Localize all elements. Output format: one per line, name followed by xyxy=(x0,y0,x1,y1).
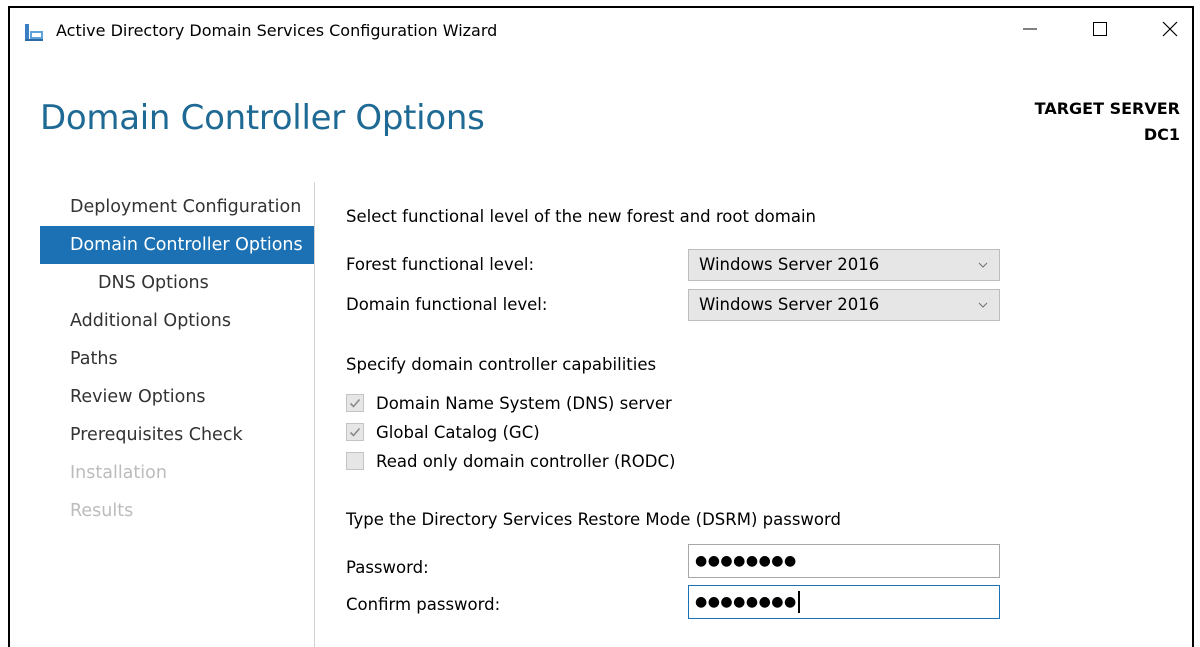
wizard-window: Active Directory Domain Services Configu… xyxy=(8,6,1194,647)
nav-item-dns-options[interactable]: DNS Options xyxy=(40,264,314,302)
password-label: Password: xyxy=(346,558,429,577)
nav-divider xyxy=(314,182,315,647)
confirm-password-value: ●●●●●●●● xyxy=(695,594,797,610)
functional-level-heading: Select functional level of the new fores… xyxy=(346,207,816,226)
global-catalog-label: Global Catalog (GC) xyxy=(376,422,540,442)
domain-level-value: Windows Server 2016 xyxy=(699,295,880,314)
nav-item-installation: Installation xyxy=(70,463,167,483)
nav-item-additional-options[interactable]: Additional Options xyxy=(40,302,314,340)
forest-level-select[interactable]: Windows Server 2016 xyxy=(688,249,1000,281)
domain-level-label: Domain functional level: xyxy=(346,295,548,314)
chevron-down-icon xyxy=(977,250,989,280)
rodc-option[interactable]: Read only domain controller (RODC) xyxy=(346,449,675,473)
password-field[interactable]: ●●●●●●●● xyxy=(688,544,1000,578)
dsrm-heading: Type the Directory Services Restore Mode… xyxy=(346,510,841,529)
password-value: ●●●●●●●● xyxy=(695,553,797,569)
wizard-nav: Deployment Configuration Domain Controll… xyxy=(40,188,314,530)
nav-item-paths[interactable]: Paths xyxy=(40,340,314,378)
chevron-down-icon xyxy=(977,290,989,320)
nav-item-domain-controller-options[interactable]: Domain Controller Options xyxy=(40,226,314,264)
global-catalog-checkbox[interactable] xyxy=(346,423,364,441)
forest-level-value: Windows Server 2016 xyxy=(699,255,880,274)
dns-server-label: Domain Name System (DNS) server xyxy=(376,393,672,413)
nav-item-results: Results xyxy=(70,501,134,521)
global-catalog-option[interactable]: Global Catalog (GC) xyxy=(346,420,540,444)
confirm-password-label: Confirm password: xyxy=(346,595,501,614)
nav-item-review-options[interactable]: Review Options xyxy=(40,378,314,416)
domain-level-select[interactable]: Windows Server 2016 xyxy=(688,289,1000,321)
dns-server-checkbox[interactable] xyxy=(346,394,364,412)
rodc-checkbox[interactable] xyxy=(346,452,364,470)
forest-level-label: Forest functional level: xyxy=(346,255,535,274)
nav-item-prerequisites-check[interactable]: Prerequisites Check xyxy=(40,416,314,454)
options-panel: Select functional level of the new fores… xyxy=(346,8,1166,647)
capabilities-heading: Specify domain controller capabilities xyxy=(346,355,657,374)
ad-ds-wizard-icon xyxy=(24,22,44,42)
dns-server-option[interactable]: Domain Name System (DNS) server xyxy=(346,391,672,415)
rodc-label: Read only domain controller (RODC) xyxy=(376,451,676,471)
confirm-password-field[interactable]: ●●●●●●●● xyxy=(688,585,1000,619)
nav-item-deployment-configuration[interactable]: Deployment Configuration xyxy=(40,188,314,226)
text-caret xyxy=(797,591,800,613)
